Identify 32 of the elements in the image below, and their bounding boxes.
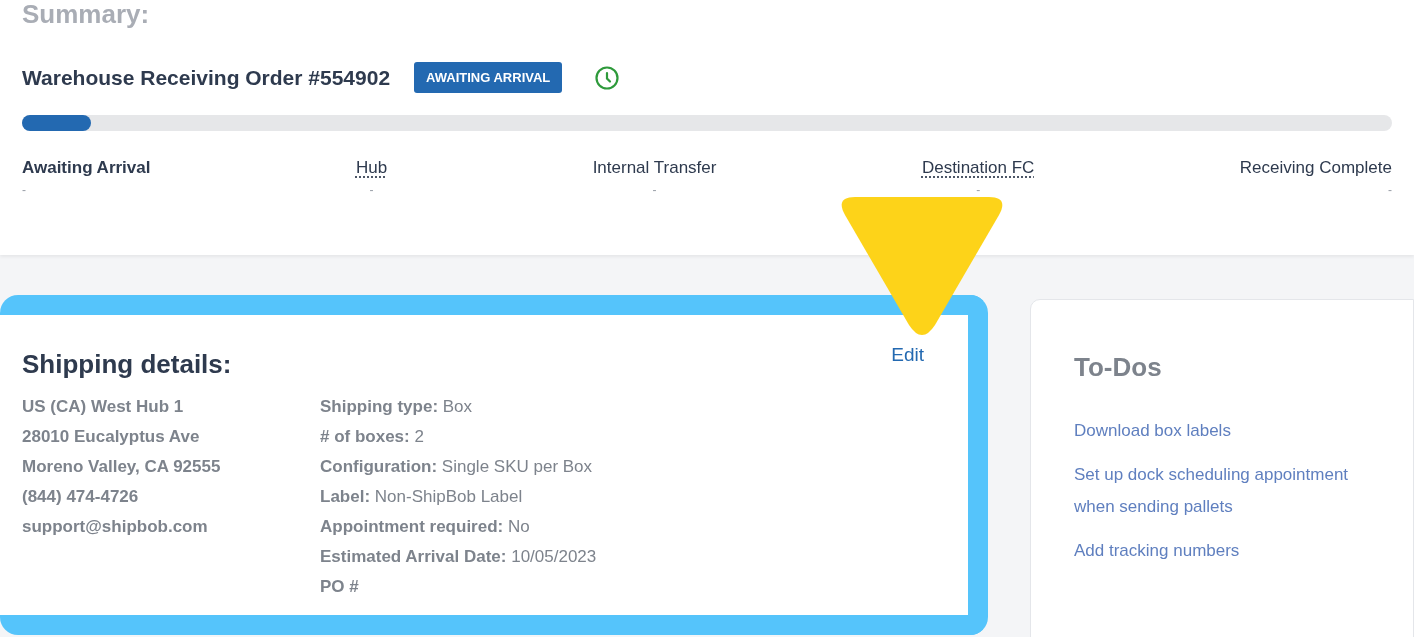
step-value: - — [22, 182, 26, 199]
step-value: - — [369, 182, 374, 199]
todo-link[interactable]: Download box labels — [1074, 415, 1231, 447]
step-label: Destination FC — [921, 156, 1035, 179]
order-title: Warehouse Receiving Order #554902 — [22, 65, 391, 91]
todo-link[interactable]: Set up dock scheduling appointment when sending pallets — [1074, 459, 1354, 523]
address-line: US (CA) West Hub 1 — [22, 396, 184, 418]
step-value: - — [1387, 182, 1392, 199]
shipping-field: # of boxes: 2 — [320, 422, 424, 452]
shipping-field: Label: Non-ShipBob Label — [320, 482, 523, 512]
shipping-field: Estimated Arrival Date: 10/05/2023 — [320, 542, 597, 572]
clock-icon — [594, 64, 621, 91]
step-label: Receiving Complete — [1239, 156, 1392, 179]
shipping-field: Shipping type: Box — [320, 392, 473, 422]
step-label: Internal Transfer — [592, 156, 717, 179]
todos-title: To-Dos — [1074, 351, 1163, 384]
step-value: - — [976, 182, 981, 199]
summary-heading: Summary: — [22, 0, 150, 28]
edit-link[interactable]: Edit — [891, 341, 924, 370]
address-line: 28010 Eucalyptus Ave — [22, 426, 200, 448]
shipping-field: PO # — [320, 572, 359, 602]
address-line: Moreno Valley, CA 92555 — [22, 456, 221, 478]
shipping-details-title: Shipping details: — [22, 348, 232, 381]
step-label: Hub — [355, 156, 388, 179]
shipping-field: Configuration: Single SKU per Box — [320, 452, 593, 482]
step-value: - — [652, 182, 657, 199]
status-badge: AWAITING ARRIVAL — [414, 62, 563, 94]
todo-link[interactable]: Add tracking numbers — [1074, 535, 1240, 567]
address-line: (844) 474-4726 — [22, 486, 139, 508]
step-label: Awaiting Arrival — [22, 156, 151, 179]
shipping-field: Appointment required: No — [320, 512, 530, 542]
address-line: support@shipbob.com — [22, 516, 208, 538]
